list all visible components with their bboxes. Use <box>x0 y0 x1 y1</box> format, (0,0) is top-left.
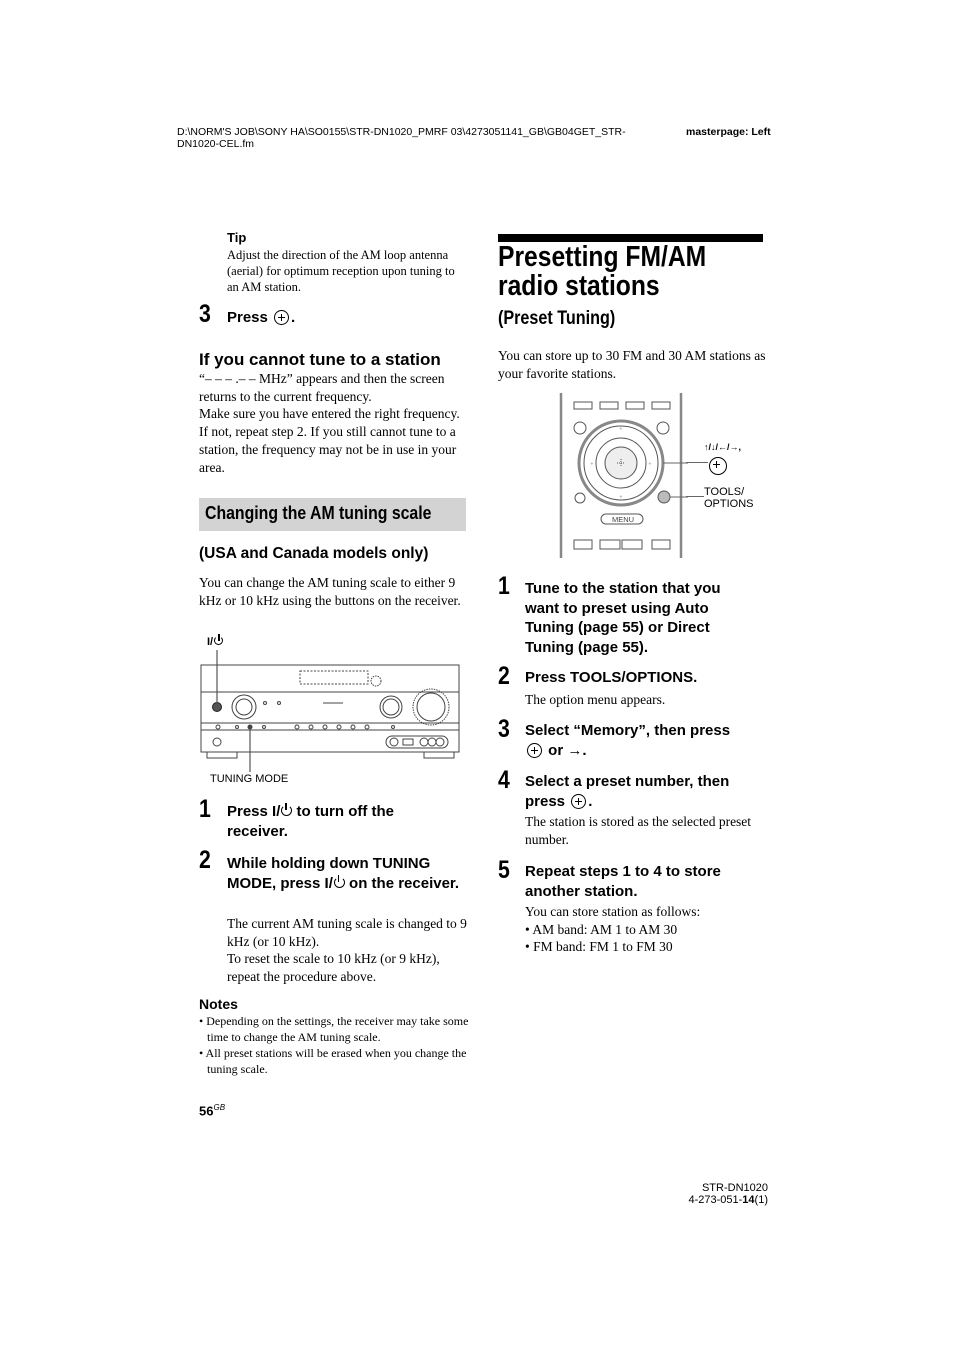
models-heading: (USA and Canada models only) <box>199 545 429 562</box>
footer-part-number: 4-273-051-14(1) <box>688 1194 768 1206</box>
tools-options-button <box>657 490 671 504</box>
display-window <box>299 670 369 685</box>
preset-intro-text: You can store up to 30 FM and 30 AM stat… <box>498 348 766 381</box>
step-number: 2 <box>199 846 211 874</box>
svg-text:+: + <box>590 462 594 468</box>
step-detail: The current AM tuning scale is changed t… <box>227 916 467 985</box>
diagram-leader <box>686 496 704 497</box>
footer-model: STR-DN1020 <box>701 1182 768 1194</box>
step-text: While holding down TUNING MODE, press I/… <box>227 855 460 892</box>
bullet-item: • FM band: FM 1 to FM 30 <box>525 939 673 955</box>
enter-icon <box>274 310 290 325</box>
section-header-bar: Changing the AM tuning scale <box>199 498 466 531</box>
svg-text:+: + <box>619 427 623 433</box>
cannot-tune-paragraph-2: Make sure you have entered the right fre… <box>199 406 460 475</box>
step-number: 2 <box>498 662 510 690</box>
power-icon <box>333 874 345 888</box>
tip-text: Adjust the direction of the AM loop ante… <box>227 248 455 294</box>
notes-list: • Depending on the settings, the receive… <box>199 1013 469 1077</box>
page-title: Presetting FM/AM radio stations <box>498 241 707 302</box>
masterpage-label: masterpage: Left <box>686 126 771 138</box>
arrows-label: ↑/↓/←/→, <box>704 442 742 452</box>
right-arrow-icon: → <box>567 741 583 759</box>
step-number: 1 <box>199 795 211 823</box>
cannot-tune-heading: If you cannot tune to a station <box>199 350 441 369</box>
step-number: 5 <box>498 856 510 884</box>
step-number: 3 <box>498 715 510 743</box>
svg-text:+: + <box>648 462 652 468</box>
bullet-item: • AM band: AM 1 to AM 30 <box>525 921 678 937</box>
volume-knob <box>412 688 450 726</box>
step-text: Tune to the station that you want to pre… <box>525 580 721 656</box>
step-text: Select a preset number, then press . <box>525 773 730 810</box>
notes-label: Notes <box>199 996 238 1012</box>
step-text-before: Press <box>227 309 268 326</box>
menu-button-label: MENU <box>611 515 635 524</box>
step-number: 1 <box>498 572 510 600</box>
page-subtitle: (Preset Tuning) <box>498 308 616 329</box>
step-number: 4 <box>498 766 510 794</box>
step-text-after: . <box>291 309 296 326</box>
step-text: Repeat steps 1 to 4 to store another sta… <box>525 863 721 900</box>
footer-code: STR-DN1020 4-273-051-14(1) <box>660 1182 768 1206</box>
tuning-mode-label: TUNING MODE <box>210 773 289 785</box>
step-detail: The station is stored as the selected pr… <box>525 814 752 847</box>
step-number: 3 <box>199 300 211 328</box>
tip-label: Tip <box>227 230 247 245</box>
tuning-mode-button <box>247 724 253 730</box>
step-detail: You can store station as follows: • AM b… <box>525 903 770 956</box>
section-title: Changing the AM tuning scale <box>205 503 432 523</box>
enter-icon <box>709 457 727 475</box>
page-number: 56GB <box>199 1103 226 1119</box>
enter-icon <box>571 793 587 809</box>
cannot-tune-body: “– – – .– – MHz” appears and then the sc… <box>199 370 469 476</box>
power-button <box>212 702 222 712</box>
am-intro-text: You can change the AM tuning scale to ei… <box>199 575 461 608</box>
step-text: Press I/ to turn off the receiver. <box>227 803 395 840</box>
note-item: • All preset stations will be erased whe… <box>199 1046 467 1076</box>
file-path-header: D:\NORM'S JOB\SONY HA\SO0155\STR-DN1020_… <box>177 126 626 150</box>
power-label: I/ <box>207 634 224 648</box>
power-icon <box>214 634 224 645</box>
step-text: Select “Memory”, then press or →. <box>525 722 731 759</box>
step-text: Press TOOLS/OPTIONS. <box>525 669 698 686</box>
note-item: • Depending on the settings, the receive… <box>199 1014 469 1044</box>
page-suffix: GB <box>213 1103 226 1112</box>
cannot-tune-paragraph-1: “– – – .– – MHz” appears and then the sc… <box>199 371 445 404</box>
step-detail: The option menu appears. <box>525 692 666 707</box>
receiver-body <box>200 664 460 753</box>
tools-options-label: TOOLS/ OPTIONS <box>704 486 754 510</box>
power-icon <box>281 803 293 816</box>
diagram-leader <box>686 462 708 463</box>
receiver-front-panel-diagram <box>200 650 460 772</box>
phones-jack <box>212 737 222 747</box>
enter-icon <box>527 742 542 758</box>
remote-control-diagram: + + + + <box>559 393 688 558</box>
step-text: Press . <box>227 308 295 328</box>
